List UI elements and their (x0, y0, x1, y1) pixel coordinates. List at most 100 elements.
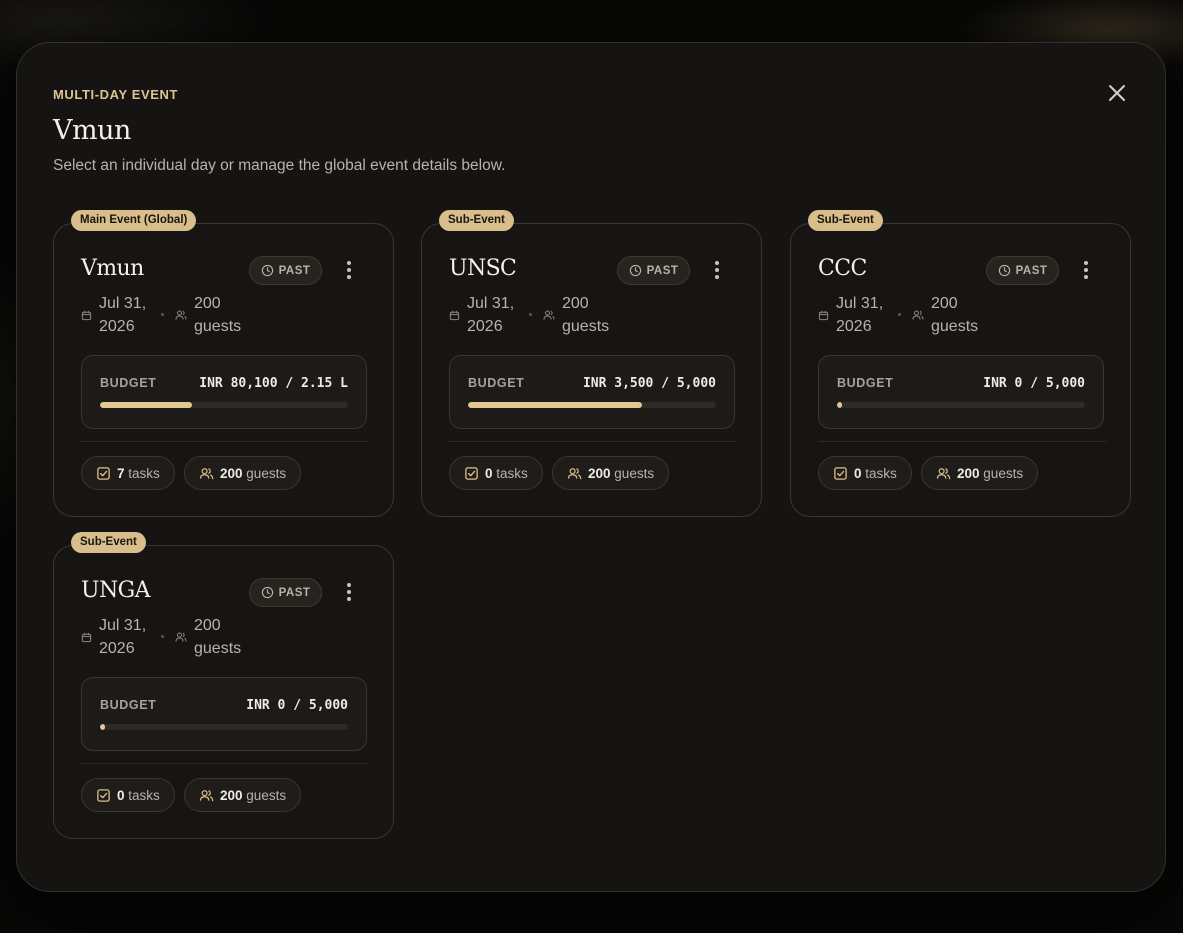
event-card[interactable]: Sub-Event CCC PAST Jul 31, 2026 200 gues… (790, 210, 1131, 517)
event-card[interactable]: Sub-Event UNSC PAST Jul 31, 2026 200 gue… (421, 210, 762, 517)
more-options-button[interactable] (339, 579, 359, 605)
task-check-icon (834, 466, 847, 480)
event-card[interactable]: Main Event (Global) Vmun PAST Jul 31, 20… (53, 210, 394, 517)
status-badge: PAST (249, 256, 322, 285)
budget-value: INR 0 / 5,000 (246, 698, 348, 713)
event-date: Jul 31, 2026 (467, 295, 515, 335)
event-guests: 200 guests (194, 295, 242, 335)
guests-count: 200 (220, 465, 243, 481)
separator-dot (898, 313, 901, 316)
budget-value: INR 0 / 5,000 (983, 376, 1085, 391)
separator-dot (161, 313, 164, 316)
divider (81, 763, 369, 764)
event-name: Vmun (81, 256, 144, 281)
guests-chip[interactable]: 200 guests (184, 456, 302, 490)
kebab-dot (347, 275, 351, 279)
event-meta: Jul 31, 2026 200 guests (81, 614, 341, 662)
users-icon (567, 467, 582, 479)
event-meta: Jul 31, 2026 200 guests (818, 292, 1078, 340)
divider (818, 441, 1106, 442)
event-meta: Jul 31, 2026 200 guests (449, 292, 709, 340)
tasks-label: tasks (128, 787, 160, 803)
event-date: Jul 31, 2026 (836, 295, 884, 335)
calendar-icon (81, 310, 92, 321)
event-guests: 200 guests (562, 295, 610, 335)
budget-progress-bar (100, 724, 348, 730)
guests-chip[interactable]: 200 guests (921, 456, 1039, 490)
more-options-button[interactable] (707, 257, 727, 283)
tasks-label: tasks (128, 465, 160, 481)
separator-dot (161, 635, 164, 638)
modal-subtitle: Select an individual day or manage the g… (53, 157, 506, 174)
guests-icon (543, 310, 555, 320)
status-label: PAST (1015, 264, 1048, 277)
close-button[interactable] (1105, 81, 1129, 105)
event-type-tag: Sub-Event (439, 210, 514, 231)
guests-label: guests (246, 787, 287, 803)
status-label: PAST (646, 264, 679, 277)
event-date: Jul 31, 2026 (99, 295, 147, 335)
kebab-dot (715, 268, 719, 272)
status-badge: PAST (617, 256, 690, 285)
more-options-button[interactable] (1076, 257, 1096, 283)
kebab-dot (347, 590, 351, 594)
guests-count: 200 (957, 465, 980, 481)
calendar-icon (81, 632, 92, 643)
event-name: CCC (818, 256, 867, 281)
tasks-chip[interactable]: 0 tasks (818, 456, 912, 490)
guests-chip[interactable]: 200 guests (552, 456, 670, 490)
separator-dot (529, 313, 532, 316)
budget-panel: BUDGET INR 80,100 / 2.15 L (81, 355, 367, 429)
budget-label: BUDGET (100, 376, 157, 390)
budget-progress-fill (100, 724, 105, 730)
tasks-chip[interactable]: 0 tasks (81, 778, 175, 812)
budget-progress-bar (100, 402, 348, 408)
task-check-icon (97, 788, 110, 802)
status-label: PAST (278, 586, 311, 599)
event-name: UNSC (449, 256, 517, 281)
tasks-chip[interactable]: 0 tasks (449, 456, 543, 490)
tasks-chip[interactable]: 7 tasks (81, 456, 175, 490)
multi-day-event-modal: MULTI-DAY EVENT Vmun Select an individua… (16, 42, 1166, 892)
guests-chip[interactable]: 200 guests (184, 778, 302, 812)
budget-label: BUDGET (100, 698, 157, 712)
budget-label: BUDGET (468, 376, 525, 390)
kebab-dot (715, 261, 719, 265)
guests-icon (912, 310, 924, 320)
tasks-label: tasks (496, 465, 528, 481)
guests-count: 200 (220, 787, 243, 803)
guests-label: guests (246, 465, 287, 481)
clock-icon (261, 264, 273, 277)
kebab-dot (347, 583, 351, 587)
kebab-dot (1084, 268, 1088, 272)
modal-eyebrow: MULTI-DAY EVENT (53, 87, 179, 102)
kebab-dot (347, 597, 351, 601)
kebab-dot (1084, 261, 1088, 265)
calendar-icon (449, 310, 460, 321)
tasks-count: 7 (117, 465, 125, 481)
event-card[interactable]: Sub-Event UNGA PAST Jul 31, 2026 200 gue… (53, 532, 394, 839)
budget-progress-bar (837, 402, 1085, 408)
clock-icon (998, 264, 1010, 277)
budget-label: BUDGET (837, 376, 894, 390)
users-icon (199, 467, 214, 479)
budget-progress-bar (468, 402, 716, 408)
tasks-count: 0 (117, 787, 125, 803)
event-type-tag: Sub-Event (808, 210, 883, 231)
status-label: PAST (278, 264, 311, 277)
budget-panel: BUDGET INR 3,500 / 5,000 (449, 355, 735, 429)
budget-panel: BUDGET INR 0 / 5,000 (818, 355, 1104, 429)
budget-progress-fill (837, 402, 842, 408)
status-badge: PAST (986, 256, 1059, 285)
budget-value: INR 3,500 / 5,000 (582, 376, 716, 391)
kebab-dot (347, 268, 351, 272)
task-check-icon (465, 466, 478, 480)
kebab-dot (1084, 275, 1088, 279)
kebab-dot (347, 261, 351, 265)
event-name: UNGA (81, 578, 150, 603)
more-options-button[interactable] (339, 257, 359, 283)
event-guests: 200 guests (194, 617, 242, 657)
guests-label: guests (614, 465, 655, 481)
tasks-count: 0 (854, 465, 862, 481)
clock-icon (261, 586, 273, 599)
